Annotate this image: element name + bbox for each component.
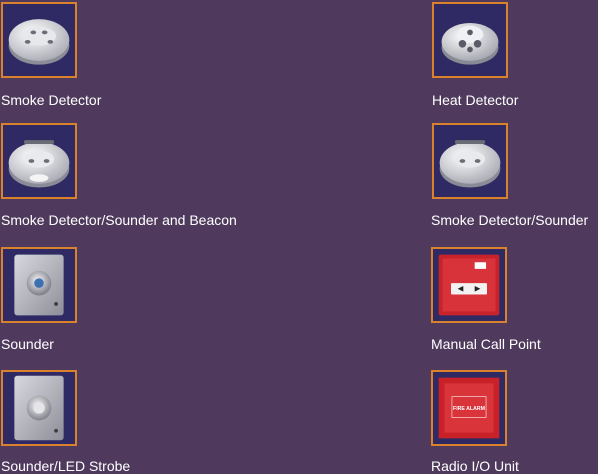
sounder-icon[interactable]	[1, 247, 77, 323]
manual-call-point-icon[interactable]	[431, 247, 507, 323]
sounder-led-strobe-icon[interactable]	[1, 370, 77, 446]
product-label[interactable]: Smoke Detector/Sounder	[431, 212, 588, 228]
product-label[interactable]: Sounder/LED Strobe	[1, 458, 130, 474]
product-label[interactable]: Smoke Detector	[1, 92, 101, 108]
smoke-detector-icon[interactable]	[1, 2, 77, 78]
product-label[interactable]: Manual Call Point	[431, 336, 541, 352]
heat-detector-icon[interactable]	[432, 2, 508, 78]
product-label[interactable]: Radio I/O Unit	[431, 458, 519, 474]
product-label[interactable]: Sounder	[1, 336, 54, 352]
smoke-detector-sounder-beacon-icon[interactable]	[1, 123, 77, 199]
smoke-detector-sounder-icon[interactable]	[432, 123, 508, 199]
panel-label: FIRE ALARM	[453, 406, 485, 412]
product-label[interactable]: Heat Detector	[432, 92, 518, 108]
product-label[interactable]: Smoke Detector/Sounder and Beacon	[1, 212, 237, 228]
radio-io-unit-icon[interactable]: FIRE ALARM	[431, 370, 507, 446]
